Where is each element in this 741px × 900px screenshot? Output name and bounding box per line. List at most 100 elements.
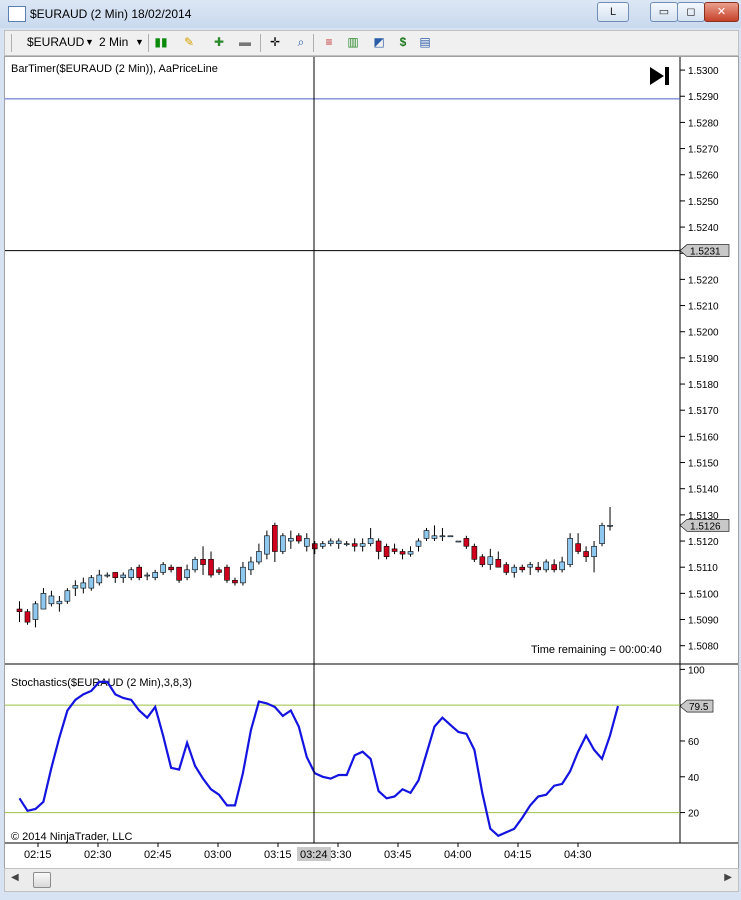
interval-dropdown-icon[interactable]: ▼ (135, 37, 144, 47)
candle-body-down (168, 566, 174, 571)
price-tick-label: 1.5100 (688, 589, 719, 600)
candle-body-down (208, 559, 214, 576)
price-tick-label: 1.5270 (688, 145, 719, 156)
crosshair-icon[interactable]: ✛ (267, 34, 283, 50)
chart-toolbar: $EURAUD ▼ 2 Min ▼ ▮▮ ✎ ✚ ▬ ✛ ⌕ ≡ ▥ ◩ $ ▤ (4, 30, 739, 56)
scroll-right-icon[interactable]: ▶ (724, 872, 732, 883)
candle-body-down (232, 579, 238, 584)
candle (423, 527, 430, 542)
candle (16, 601, 23, 623)
instrument-selector[interactable]: $EURAUD (27, 35, 84, 49)
chart-area[interactable]: BarTimer($EURAUD (2 Min)), AaPriceLine S… (4, 56, 739, 870)
toolbar-separator (313, 34, 314, 52)
candle-body-up (335, 540, 342, 544)
chart-style-icon[interactable]: ▮▮ (153, 34, 169, 50)
drawing-tool-icon[interactable]: ✎ (181, 34, 197, 50)
candle (479, 554, 486, 568)
candle (232, 577, 238, 586)
data-box-icon[interactable]: ◩ (371, 34, 387, 50)
candle (216, 567, 222, 576)
properties-icon[interactable]: ▤ (417, 34, 433, 50)
candle (543, 559, 549, 573)
zoom-out-icon[interactable]: ▬ (237, 34, 253, 50)
candle-body-up (56, 600, 63, 605)
candle-body-down (311, 543, 318, 550)
candle-body-down (551, 564, 557, 571)
window-title: $EURAUD (2 Min) 18/02/2014 (30, 7, 192, 21)
close-button[interactable]: ✕ (704, 2, 739, 22)
candle (583, 546, 589, 562)
cursor-time-label: 03:24 (300, 849, 328, 861)
candle (495, 551, 502, 568)
candle-body-up (567, 538, 573, 565)
candle (591, 541, 597, 573)
horizontal-scrollbar[interactable]: ◀ ▶ (4, 868, 739, 892)
price-tick-label: 1.5140 (688, 485, 719, 496)
stoch-tick-label: 40 (688, 773, 700, 784)
time-tick-label: 02:45 (144, 849, 172, 861)
candle (224, 564, 230, 583)
instrument-dropdown-icon[interactable]: ▼ (85, 37, 94, 47)
candle (152, 569, 158, 581)
minimize-button[interactable]: ▭ (650, 2, 678, 22)
price-tick-label: 1.5260 (688, 171, 719, 182)
candle (280, 533, 286, 555)
candle (511, 564, 518, 578)
candle-body-up (447, 535, 454, 538)
scroll-thumb[interactable] (33, 872, 51, 888)
candle (32, 601, 39, 628)
candle-body-down (112, 572, 119, 578)
candle-body-up (319, 543, 326, 547)
candle (208, 551, 214, 578)
candle-body-up (599, 525, 605, 544)
scroll-left-icon[interactable]: ◀ (11, 872, 19, 883)
candle-body-up (407, 551, 414, 555)
candle (343, 541, 350, 547)
candle-body-down (479, 556, 486, 565)
interval-selector[interactable]: 2 Min (99, 35, 128, 49)
chart-canvas[interactable]: BarTimer($EURAUD (2 Min)), AaPriceLine S… (5, 57, 738, 869)
dollar-icon[interactable]: $ (395, 34, 411, 50)
maximize-button[interactable]: ◻ (677, 2, 705, 22)
candle (359, 538, 366, 552)
candle-body-down (216, 569, 222, 573)
candle (160, 561, 166, 576)
candle-body-up (280, 535, 286, 552)
candle-body-up (431, 535, 438, 539)
candle-body-up (64, 590, 71, 602)
magnifier-icon[interactable]: ⌕ (293, 34, 309, 50)
candle (256, 543, 262, 565)
candle-body-up (240, 566, 246, 584)
candle-body-up (359, 543, 366, 547)
price-tick-label: 1.5110 (688, 563, 718, 574)
chart-app-icon (8, 6, 26, 22)
candle (575, 533, 581, 555)
candle (351, 538, 358, 552)
price-tick-label: 1.5300 (688, 66, 719, 77)
candle-body-down (24, 611, 31, 623)
link-button[interactable]: L (597, 2, 629, 22)
candle (503, 561, 510, 576)
candle (367, 527, 374, 547)
price-tick-label: 1.5280 (688, 118, 719, 129)
candle-body-down (399, 551, 406, 555)
candle (295, 533, 302, 544)
candle (192, 556, 198, 573)
candle (527, 561, 534, 576)
strategies-icon[interactable]: ▥ (345, 34, 361, 50)
price-tick-label: 1.5200 (688, 328, 719, 339)
candle-body-up (264, 535, 270, 555)
zoom-in-icon[interactable]: ✚ (211, 34, 227, 50)
stoch-value-label: 79.5 (689, 702, 709, 713)
candle (431, 525, 438, 542)
candle-body-up (80, 582, 87, 589)
stoch-tick-label: 60 (688, 737, 700, 748)
toolbar-separator (260, 34, 261, 52)
play-end-icon[interactable] (650, 67, 669, 85)
candle (136, 564, 142, 581)
price-tick-label: 1.5210 (688, 302, 719, 313)
candle-body-up (455, 540, 462, 543)
candle-body-up (439, 535, 446, 538)
copyright-text: © 2014 NinjaTrader, LLC (11, 831, 132, 843)
indicators-icon[interactable]: ≡ (321, 34, 337, 50)
